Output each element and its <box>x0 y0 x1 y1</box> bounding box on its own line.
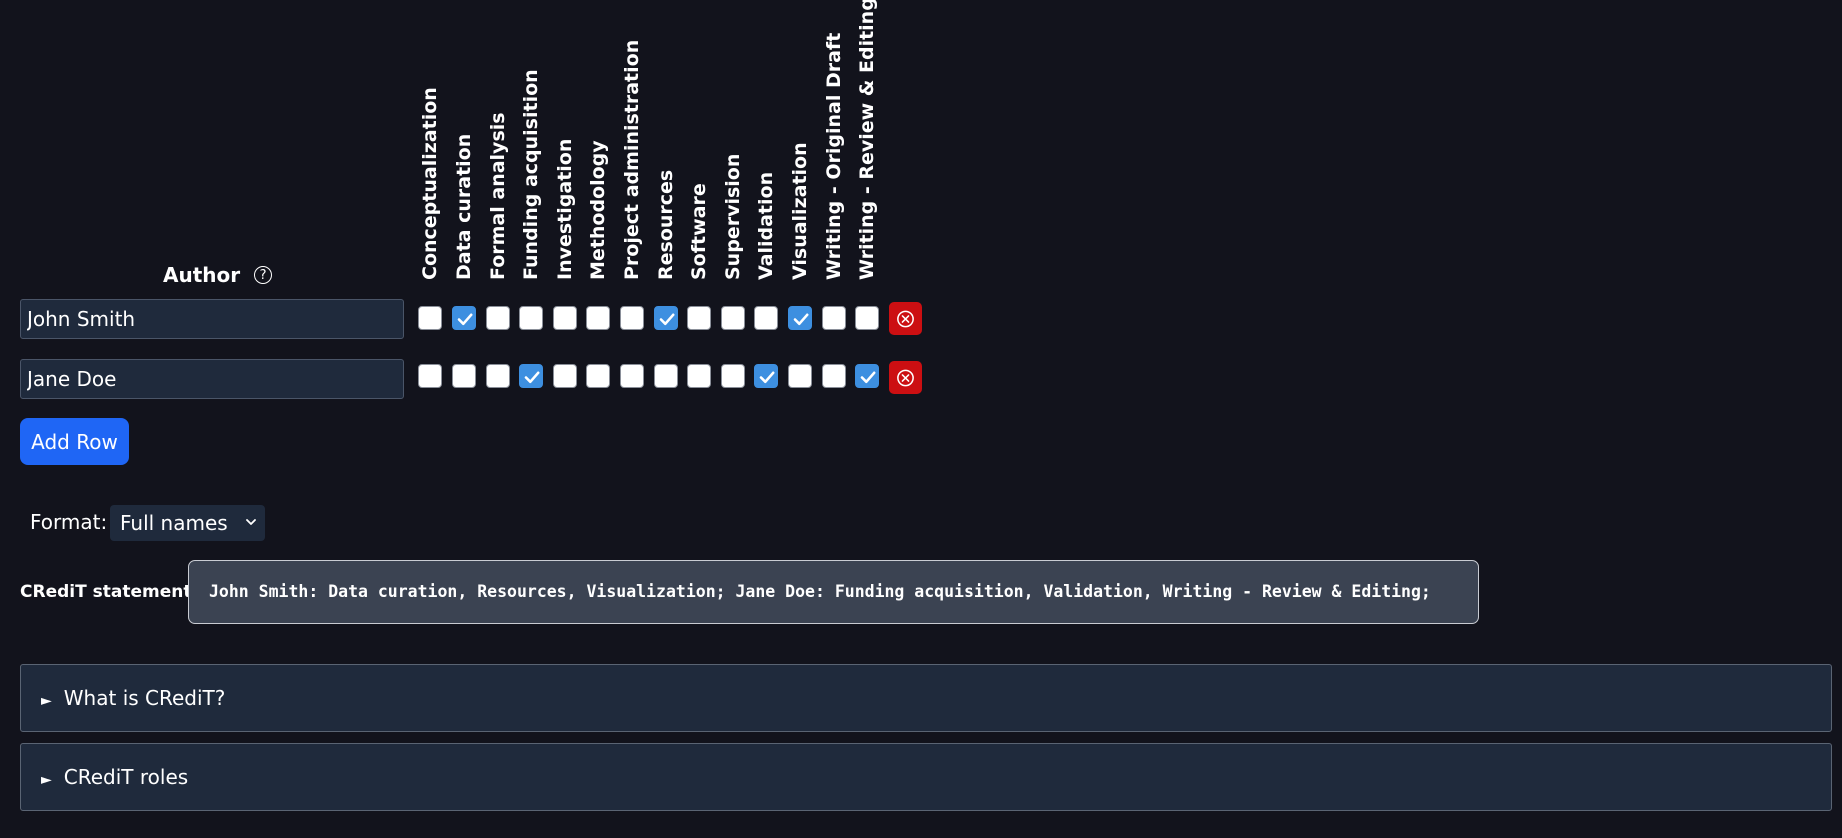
role-checkbox[interactable] <box>620 306 644 330</box>
check-icon <box>524 371 540 384</box>
add-row-button[interactable]: Add Row <box>20 418 129 465</box>
role-header: Software <box>688 183 710 280</box>
role-checkbox[interactable] <box>788 306 812 330</box>
author-header: Author ? <box>163 262 273 288</box>
format-label: Format: <box>30 510 108 534</box>
format-selected-value: Full names <box>120 511 228 535</box>
check-icon <box>457 313 473 326</box>
close-circle-icon <box>897 310 914 327</box>
format-select[interactable]: Full names <box>110 505 265 541</box>
role-checkbox[interactable] <box>452 306 476 330</box>
check-icon <box>759 371 775 384</box>
role-checkbox[interactable] <box>822 306 846 330</box>
author-name-input[interactable] <box>20 359 404 399</box>
author-name-input[interactable] <box>20 299 404 339</box>
role-checkbox[interactable] <box>586 364 610 388</box>
triangle-right-icon: ► <box>41 772 52 788</box>
chevron-down-icon <box>245 505 257 555</box>
help-circle-icon[interactable]: ? <box>254 266 273 284</box>
credit-roles-section[interactable]: ► CRediT roles <box>20 743 1832 811</box>
delete-row-button[interactable] <box>889 361 922 394</box>
what-is-credit-section[interactable]: ► What is CRediT? <box>20 664 1832 732</box>
role-header: Project administration <box>621 39 643 280</box>
role-checkbox[interactable] <box>687 306 711 330</box>
check-icon <box>659 313 675 326</box>
role-checkbox[interactable] <box>486 306 510 330</box>
delete-row-button[interactable] <box>889 302 922 335</box>
role-header: Funding acquisition <box>520 69 542 280</box>
role-checkbox[interactable] <box>418 364 442 388</box>
section-label: What is CRediT? <box>63 686 226 710</box>
role-header: Validation <box>755 171 777 280</box>
role-checkbox[interactable] <box>452 364 476 388</box>
role-checkbox[interactable] <box>654 364 678 388</box>
role-checkbox[interactable] <box>721 306 745 330</box>
credit-statement-output[interactable]: John Smith: Data curation, Resources, Vi… <box>188 560 1479 624</box>
role-header: Methodology <box>587 140 609 280</box>
role-checkbox[interactable] <box>418 306 442 330</box>
role-checkbox[interactable] <box>486 364 510 388</box>
role-checkbox[interactable] <box>620 364 644 388</box>
role-header: Formal analysis <box>487 112 509 280</box>
role-checkbox[interactable] <box>553 306 577 330</box>
role-checkbox[interactable] <box>721 364 745 388</box>
role-checkbox[interactable] <box>553 364 577 388</box>
role-header: Conceptualization <box>419 87 441 280</box>
role-checkbox[interactable] <box>855 306 879 330</box>
role-header: Supervision <box>722 153 744 280</box>
role-checkbox[interactable] <box>822 364 846 388</box>
role-checkbox[interactable] <box>519 306 543 330</box>
role-checkbox[interactable] <box>754 364 778 388</box>
role-checkbox[interactable] <box>654 306 678 330</box>
author-label: Author <box>163 263 241 287</box>
statement-label: CRediT statement <box>20 582 192 602</box>
role-header: Writing - Review & Editing <box>856 0 878 280</box>
triangle-right-icon: ► <box>41 693 52 709</box>
role-header: Visualization <box>789 142 811 280</box>
role-header: Resources <box>655 169 677 280</box>
role-checkbox[interactable] <box>754 306 778 330</box>
role-checkbox[interactable] <box>586 306 610 330</box>
role-checkbox[interactable] <box>687 364 711 388</box>
role-header: Investigation <box>554 138 576 280</box>
section-label: CRediT roles <box>63 765 189 789</box>
role-header: Writing - Original Draft <box>823 32 845 280</box>
role-checkbox[interactable] <box>519 364 543 388</box>
check-icon <box>860 371 876 384</box>
role-checkbox[interactable] <box>855 364 879 388</box>
check-icon <box>793 313 809 326</box>
role-header: Data curation <box>453 133 475 280</box>
close-circle-icon <box>897 369 914 386</box>
role-checkbox[interactable] <box>788 364 812 388</box>
